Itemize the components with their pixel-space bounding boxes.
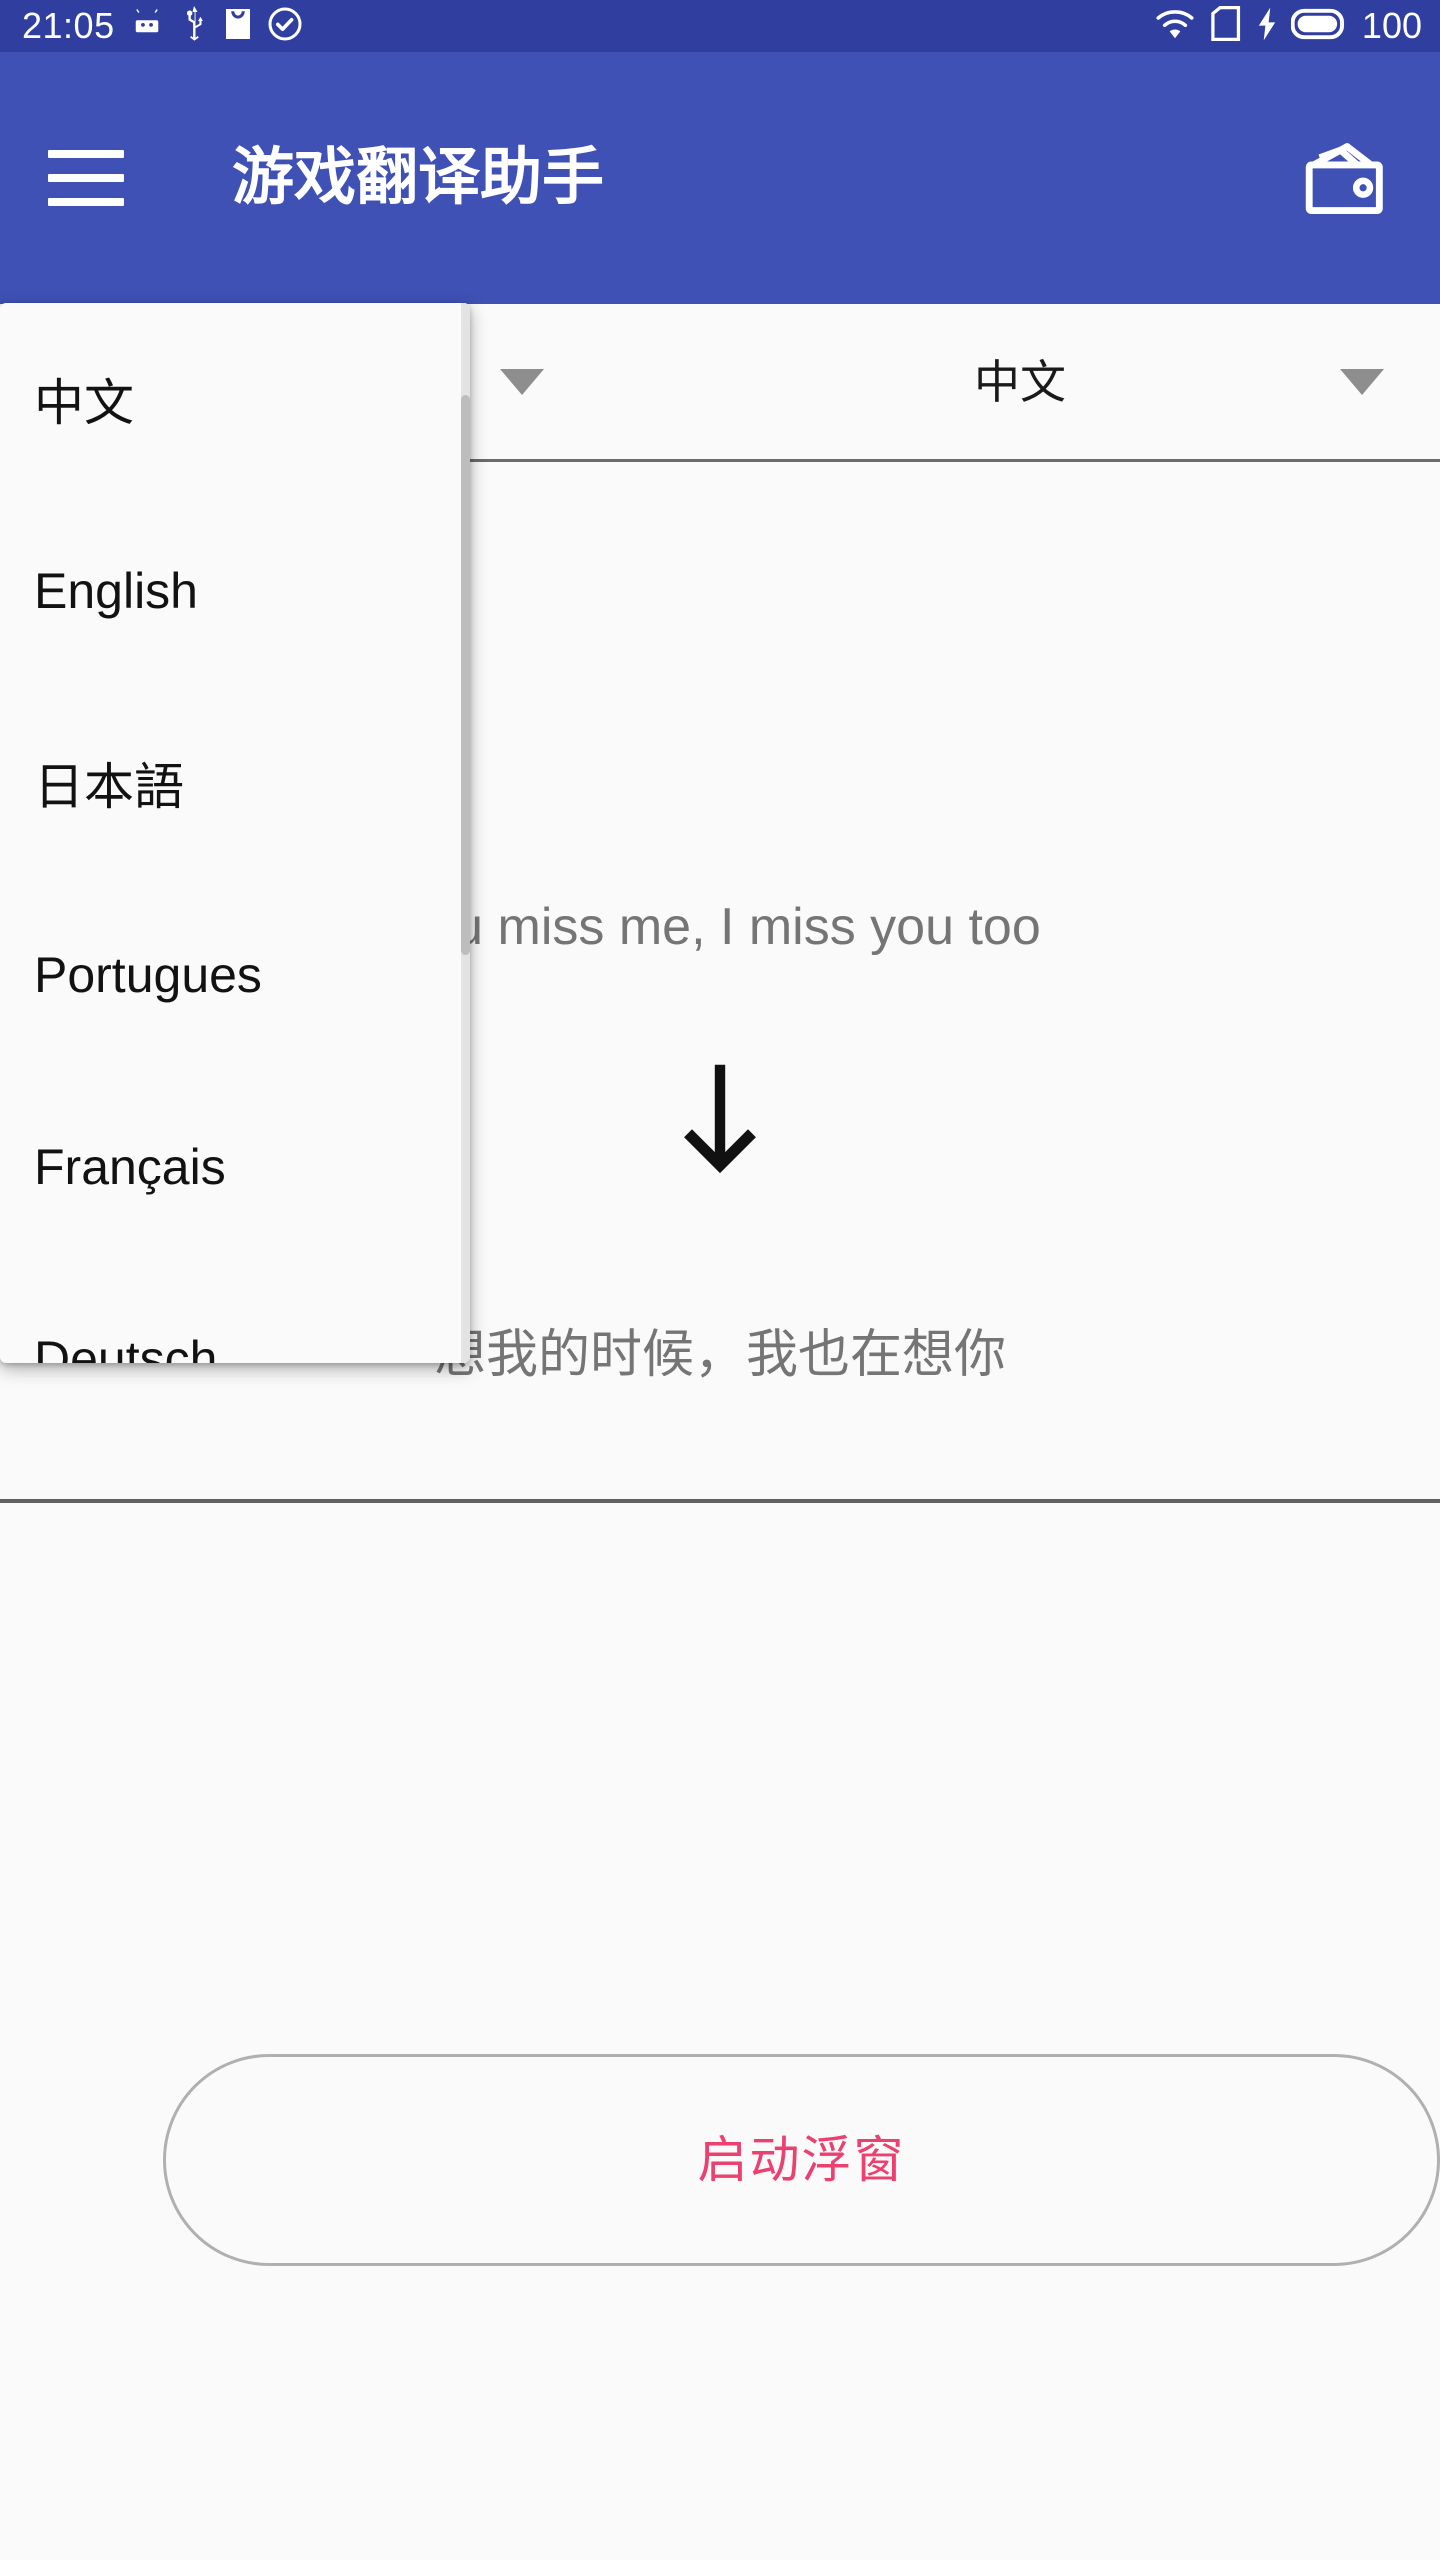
- language-dropdown-item[interactable]: English: [0, 495, 470, 687]
- usb-icon: [179, 5, 209, 47]
- language-dropdown-item[interactable]: 中文: [0, 303, 470, 495]
- chevron-down-icon: [500, 369, 544, 395]
- language-dropdown-item-label: Portugues: [34, 947, 262, 1003]
- check-circle-icon: [267, 6, 303, 47]
- hamburger-line-2: [48, 174, 124, 182]
- dropdown-scrollbar-track[interactable]: [461, 303, 470, 1363]
- language-dropdown-item-label: 中文: [34, 375, 134, 431]
- target-language-label: 中文: [974, 356, 1066, 408]
- wallet-icon[interactable]: [1290, 123, 1400, 233]
- language-dropdown-item-label: Français: [34, 1139, 226, 1195]
- language-dropdown-item-label: Deutsch: [34, 1331, 218, 1363]
- language-dropdown-item-label: English: [34, 563, 198, 619]
- chevron-down-icon: [1340, 369, 1384, 395]
- page-title: 游戏翻译助手: [232, 143, 605, 212]
- status-bar-clock: 21:05: [22, 5, 115, 46]
- wifi-icon: [1154, 6, 1196, 47]
- app-bar: 游戏翻译助手: [0, 52, 1440, 304]
- sim-card-icon: [1209, 5, 1243, 47]
- status-bar-left-group: 21:05: [22, 5, 303, 47]
- status-bar-right-group: 100: [1154, 5, 1422, 47]
- language-dropdown-item-label: 日本語: [34, 759, 184, 815]
- section-divider: [0, 1499, 1440, 1503]
- language-dropdown-item[interactable]: Français: [0, 1071, 470, 1263]
- hamburger-line-3: [48, 198, 124, 206]
- language-dropdown-item[interactable]: 日本語: [0, 687, 470, 879]
- app-store-icon: [223, 6, 253, 47]
- android-robot-icon: [129, 6, 165, 47]
- language-dropdown-popup[interactable]: 中文English日本語PortuguesFrançaisDeutschling…: [0, 303, 470, 1363]
- language-dropdown-list: 中文English日本語PortuguesFrançaisDeutschling…: [0, 303, 470, 1363]
- battery-percentage: 100: [1361, 5, 1422, 46]
- battery-full-icon: [1290, 6, 1347, 47]
- charging-bolt-icon: [1256, 6, 1278, 47]
- language-dropdown-item[interactable]: Portugues: [0, 879, 470, 1071]
- hamburger-menu-icon[interactable]: [48, 150, 124, 206]
- dropdown-scrollbar-thumb[interactable]: [461, 395, 470, 955]
- hamburger-line-1: [48, 150, 124, 158]
- start-floating-window-label: 启动浮窗: [697, 2132, 906, 2188]
- language-dropdown-item[interactable]: Deutsch: [0, 1263, 470, 1363]
- target-language-spinner[interactable]: 中文: [600, 304, 1440, 460]
- start-floating-window-button[interactable]: 启动浮窗: [163, 2054, 1440, 2266]
- status-bar: 21:05 100: [0, 0, 1440, 52]
